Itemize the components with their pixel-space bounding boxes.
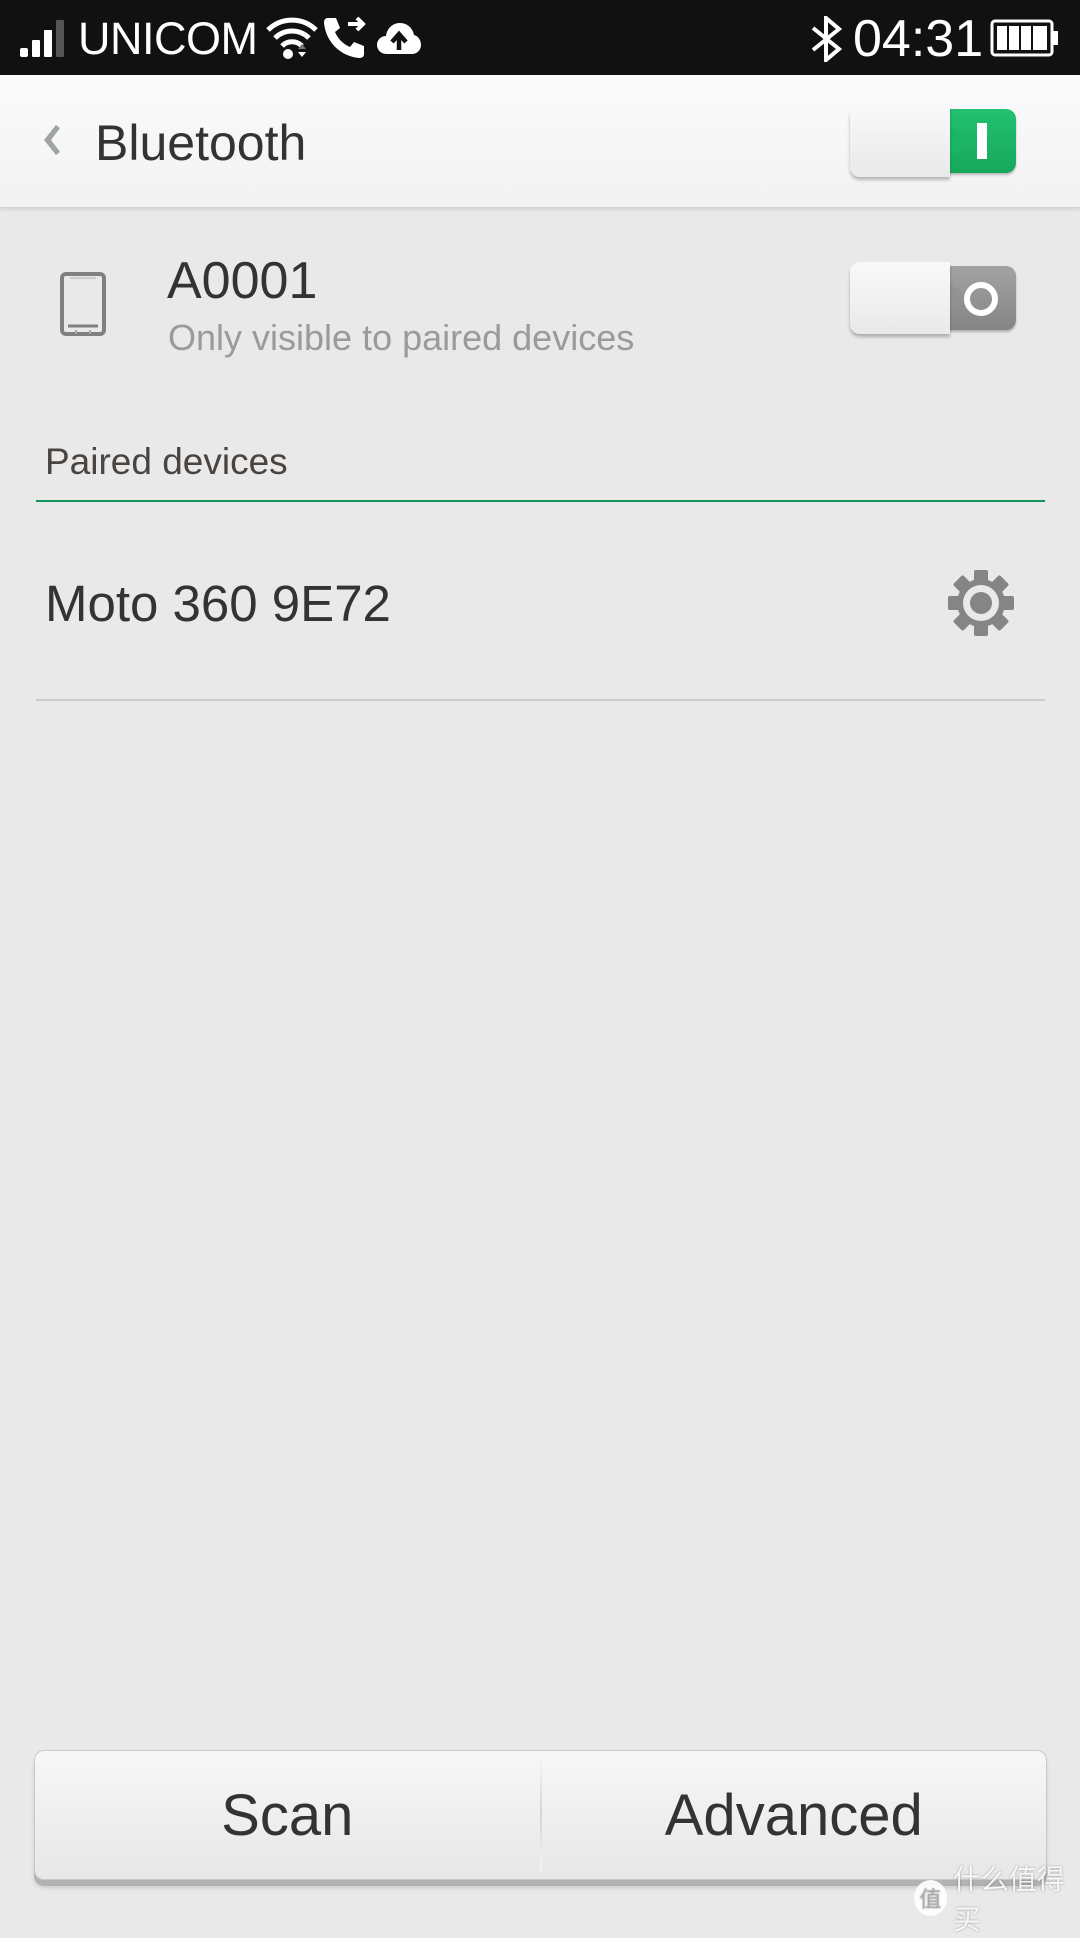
cloud-upload-icon xyxy=(377,23,421,54)
section-header-paired-devices: Paired devices xyxy=(45,441,288,482)
bluetooth-toggle[interactable] xyxy=(850,105,1016,179)
bottom-action-bar: Scan Advanced xyxy=(34,1750,1047,1880)
watermark-text: 什么值得买 xyxy=(952,1864,1065,1935)
clock: 04:31 xyxy=(853,10,984,68)
paired-device-name: Moto 360 9E72 xyxy=(45,575,391,632)
wifi-icon xyxy=(266,17,318,59)
app-header: Bluetooth xyxy=(0,75,1080,207)
bluetooth-icon xyxy=(811,16,843,62)
gear-icon[interactable] xyxy=(946,568,1016,638)
status-bar: UNICOM 04:31 xyxy=(0,0,1080,75)
watermark: 值 什么值得买 xyxy=(914,1864,1080,1935)
call-forward-icon xyxy=(324,16,366,58)
paired-device-item[interactable]: Moto 360 9E72 xyxy=(0,502,1080,700)
toggle-off-mark xyxy=(964,282,998,316)
carrier-name: UNICOM xyxy=(78,13,258,64)
this-device-row: A0001 Only visible to paired devices xyxy=(0,207,1080,402)
phone-icon xyxy=(60,272,106,336)
visibility-toggle[interactable] xyxy=(850,262,1016,336)
toggle-on-mark xyxy=(977,123,987,159)
visibility-status: Only visible to paired devices xyxy=(168,317,635,358)
watermark-badge: 值 xyxy=(914,1880,947,1916)
page-title: Bluetooth xyxy=(95,115,307,171)
row-divider xyxy=(36,699,1045,701)
battery-icon xyxy=(990,19,1058,57)
toggle-knob xyxy=(850,262,950,334)
chevron-left-icon[interactable] xyxy=(30,115,70,165)
signal-icon xyxy=(20,20,64,57)
toggle-knob xyxy=(850,105,950,177)
scan-button[interactable]: Scan xyxy=(35,1751,540,1879)
device-name: A0001 xyxy=(167,252,318,310)
